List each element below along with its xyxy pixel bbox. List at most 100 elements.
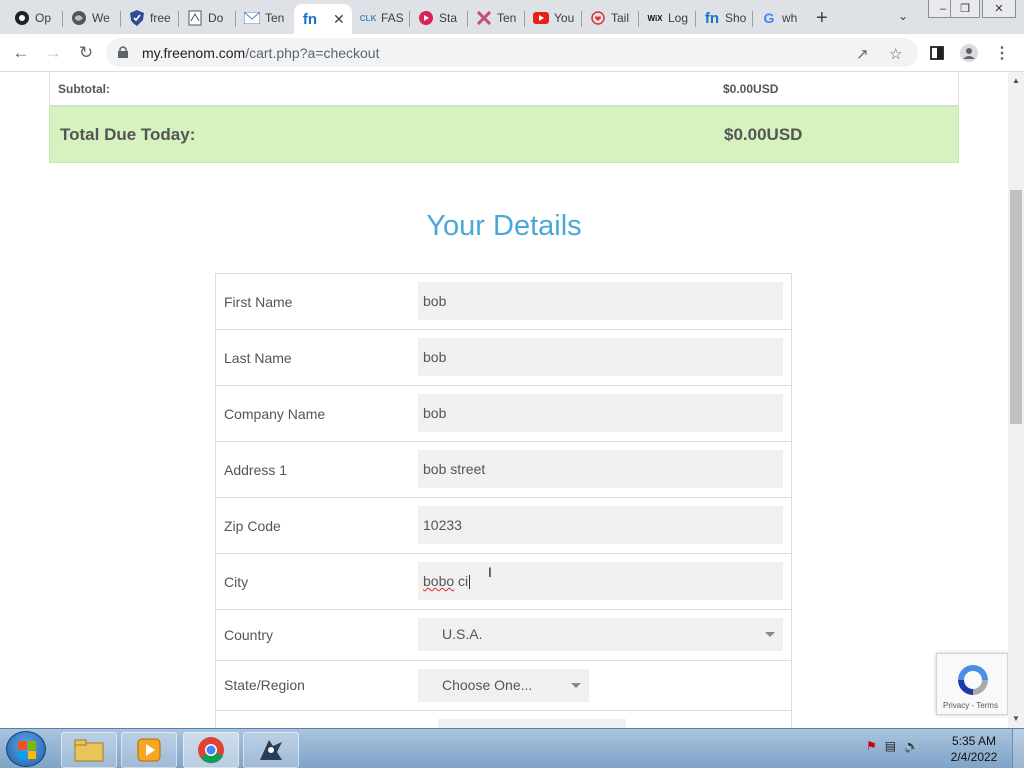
subtotal-label: Subtotal:: [58, 82, 110, 96]
forward-button[interactable]: →: [42, 42, 64, 64]
record-icon: [418, 10, 434, 26]
tab-5[interactable]: Ten: [236, 4, 294, 32]
close-window-button[interactable]: ✕: [982, 0, 1016, 18]
state-region-label: State/Region: [224, 677, 305, 693]
subtotal-row: Subtotal: $0.00USD: [49, 72, 959, 106]
heart-icon: [590, 10, 606, 26]
freenom-icon: fn: [704, 9, 720, 27]
tab-title: Ten: [497, 11, 517, 25]
total-due-label: Total Due Today:: [60, 125, 196, 144]
last-name-row: Last Name bob: [216, 330, 791, 386]
tab-14[interactable]: G wh: [753, 4, 809, 32]
first-name-input[interactable]: bob: [418, 282, 783, 320]
profile-avatar-icon[interactable]: [958, 42, 980, 64]
address1-row: Address 1 bob street: [216, 442, 791, 498]
country-select[interactable]: U.S.A.: [418, 618, 783, 651]
tab-8[interactable]: Sta: [410, 4, 468, 32]
text-caret: [469, 575, 471, 590]
tab-title: Sho: [725, 11, 747, 25]
folder-icon: [74, 739, 104, 762]
show-desktop-button[interactable]: [1012, 729, 1024, 768]
start-button[interactable]: [6, 731, 46, 767]
tab-10[interactable]: You: [525, 4, 582, 32]
back-button[interactable]: ←: [10, 42, 32, 64]
address1-label: Address 1: [224, 462, 288, 478]
new-tab-button[interactable]: +: [816, 7, 828, 30]
tab-title: Sta: [439, 11, 458, 25]
state-region-select-value: Choose One...: [442, 677, 533, 693]
menu-kebab-icon[interactable]: ⋮: [991, 42, 1013, 64]
city-row: City bobo ci: [216, 554, 791, 610]
tab-4[interactable]: Do: [179, 4, 236, 32]
volume-icon[interactable]: 🔊: [904, 739, 919, 753]
tab-2[interactable]: We: [63, 4, 121, 32]
address-bar[interactable]: my.freenom.com/cart.php?a=checkout ↗ ☆: [106, 38, 918, 67]
country-select-value: U.S.A.: [442, 626, 483, 642]
shield-icon: [129, 10, 145, 26]
close-icon[interactable]: ✕: [333, 11, 345, 28]
page-viewport: Subtotal: $0.00USD Total Due Today: $0.0…: [0, 72, 1008, 728]
recaptcha-privacy-terms[interactable]: Privacy - Terms: [943, 701, 998, 710]
side-panel-icon[interactable]: [926, 42, 948, 64]
total-due-row: Total Due Today: $0.00USD: [49, 106, 959, 163]
system-clock[interactable]: 5:35 AM 2/4/2022: [944, 733, 1004, 765]
share-icon[interactable]: ↗: [856, 45, 869, 63]
bookmark-star-icon[interactable]: ☆: [889, 45, 902, 63]
recaptcha-badge[interactable]: Privacy - Terms: [936, 653, 1008, 715]
globe-icon: [71, 10, 87, 26]
tab-title: Do: [208, 11, 224, 25]
network-icon[interactable]: ▤: [885, 739, 896, 753]
clock-time: 5:35 AM: [951, 734, 997, 748]
taskbar-explorer[interactable]: [61, 732, 117, 768]
lock-icon: [118, 46, 128, 58]
address1-input[interactable]: bob street: [418, 450, 783, 488]
company-name-row: Company Name bob: [216, 386, 791, 442]
tab-11[interactable]: Tail: [582, 4, 639, 32]
zip-code-input[interactable]: 10233: [418, 506, 783, 544]
tab-9[interactable]: Ten: [468, 4, 525, 32]
tab-strip: Op We free Do Ten fn ✕ CLK FAS Sta Ten Y…: [0, 0, 1024, 34]
windows-taskbar: ⚑ ▤ 🔊 5:35 AM 2/4/2022: [0, 728, 1024, 768]
state-region-select[interactable]: Choose One...: [418, 669, 589, 702]
system-tray: ⚑ ▤ 🔊: [866, 739, 919, 753]
scrollbar-thumb[interactable]: [1010, 190, 1022, 424]
city-label: City: [224, 574, 249, 590]
tab-title: Tail: [611, 11, 630, 25]
partial-input[interactable]: [438, 719, 626, 728]
zip-code-row: Zip Code 10233: [216, 498, 791, 554]
city-input-text: ci: [454, 573, 469, 589]
bird-app-icon: [260, 740, 282, 760]
tab-12[interactable]: WiX Log: [639, 4, 696, 32]
taskbar-chrome[interactable]: [183, 732, 239, 768]
city-input[interactable]: bobo ci: [418, 562, 783, 600]
tab-1[interactable]: Op: [6, 4, 63, 32]
vertical-scrollbar[interactable]: ▲ ▼: [1008, 72, 1024, 728]
tab-6-active[interactable]: fn ✕: [294, 4, 352, 34]
taskbar-media-player[interactable]: [121, 732, 177, 768]
dropdown-caret-icon: [765, 632, 775, 637]
company-name-label: Company Name: [224, 406, 326, 422]
last-name-input[interactable]: bob: [418, 338, 783, 376]
scroll-down-arrow-icon[interactable]: ▼: [1012, 714, 1020, 723]
tab-13[interactable]: fn Sho: [696, 4, 753, 32]
github-icon: [14, 10, 30, 26]
tab-search-chevron-icon[interactable]: ⌄: [898, 9, 908, 23]
tab-title: Log: [668, 11, 689, 25]
tab-7[interactable]: CLK FAS: [352, 4, 410, 32]
first-name-label: First Name: [224, 294, 293, 310]
url-text: my.freenom.com/cart.php?a=checkout: [142, 45, 380, 61]
taskbar-app-bird[interactable]: [243, 732, 299, 768]
tab-title: wh: [782, 11, 798, 25]
tab-3[interactable]: free: [121, 4, 179, 32]
subtotal-value: $0.00USD: [723, 82, 779, 96]
click-icon: CLK: [359, 13, 377, 23]
scroll-up-arrow-icon[interactable]: ▲: [1012, 76, 1020, 85]
total-due-value: $0.00USD: [724, 125, 803, 144]
tab-title: free: [150, 11, 171, 25]
document-icon: [187, 10, 203, 26]
network-warning-icon[interactable]: ⚑: [866, 739, 877, 753]
maximize-button[interactable]: ❐: [950, 0, 980, 18]
text-cursor-ibeam-icon: I: [488, 564, 492, 580]
reload-button[interactable]: ↻: [75, 42, 97, 64]
company-name-input[interactable]: bob: [418, 394, 783, 432]
